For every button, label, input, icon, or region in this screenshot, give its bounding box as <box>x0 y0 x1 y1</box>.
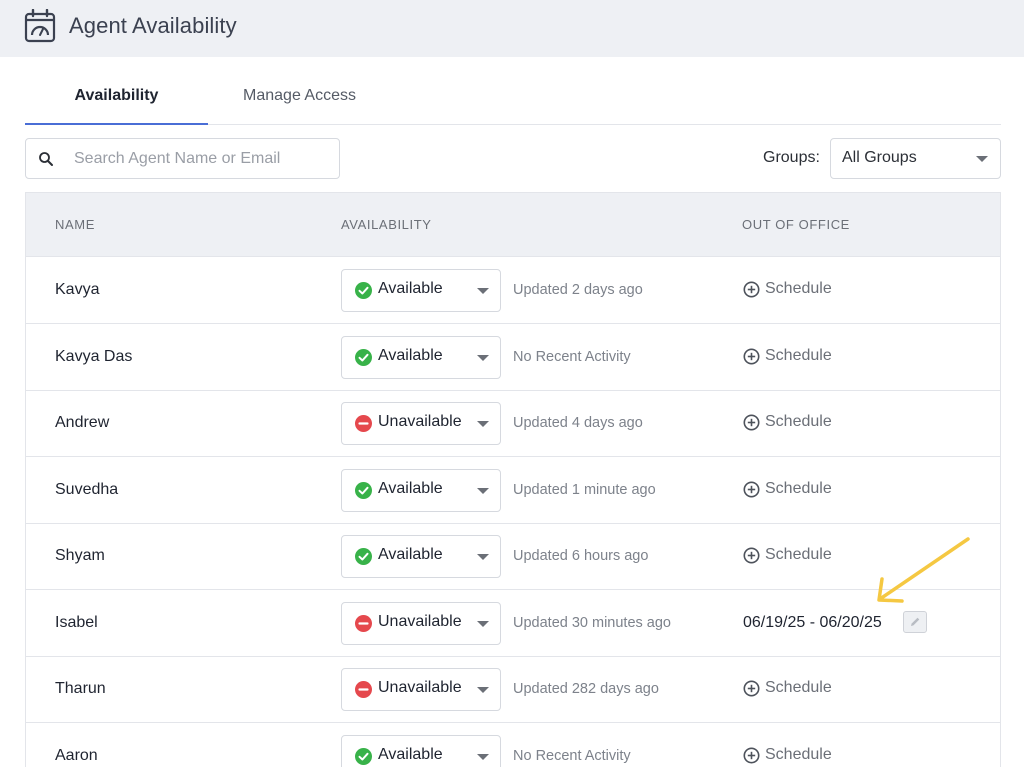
pencil-icon <box>911 617 920 626</box>
availability-dropdown[interactable]: Unavailable <box>341 601 501 645</box>
last-updated: Updated 282 days ago <box>513 681 659 697</box>
search-box[interactable] <box>25 138 340 179</box>
chevron-down-icon <box>477 687 489 693</box>
page-header: Agent Availability <box>0 0 1024 57</box>
table-row: Tharun Unavailable Updated 282 days ago Sch… <box>26 656 1000 723</box>
tab-bar: Availability Manage Access <box>25 78 1001 125</box>
last-updated: Updated 2 days ago <box>513 282 643 298</box>
last-updated: Updated 30 minutes ago <box>513 614 671 631</box>
table-row: Andrew Unavailable Updated 4 days ago Sched… <box>26 390 1000 457</box>
chevron-down-icon <box>477 753 489 760</box>
agent-name: Tharun <box>55 680 106 697</box>
groups-label: Groups: <box>763 149 820 166</box>
availability-status: Unavailable <box>378 612 462 630</box>
check-circle-icon <box>355 348 372 366</box>
availability-dropdown[interactable]: Unavailable <box>341 668 501 711</box>
schedule-label: Schedule <box>765 546 832 563</box>
plus-circle-icon <box>743 281 760 298</box>
out-of-office-range: 06/19/25 - 06/20/25 <box>743 613 882 631</box>
plus-circle-icon <box>743 547 760 564</box>
agent-table: NAME AVAILABILITY OUT OF OFFICE Kavya Ava… <box>25 192 1001 767</box>
table-header: NAME AVAILABILITY OUT OF OFFICE <box>26 193 1000 257</box>
chevron-down-icon <box>976 156 988 162</box>
table-row: Shyam Available Updated 6 hours ago Schedul… <box>26 523 1000 590</box>
chevron-down-icon <box>477 421 489 427</box>
check-circle-icon <box>355 548 372 565</box>
availability-status: Unavailable <box>378 679 462 696</box>
availability-status: Available <box>378 479 443 497</box>
minus-circle-icon <box>355 681 372 698</box>
last-updated: Updated 6 hours ago <box>513 548 649 564</box>
search-icon <box>39 152 53 166</box>
table-row: Kavya Available Updated 2 days ago Schedule <box>26 257 1000 324</box>
table-row: Suvedha Available Updated 1 minute ago Sche… <box>26 457 1000 524</box>
tab-availability[interactable]: Availability <box>25 78 208 125</box>
availability-dropdown[interactable]: Available <box>341 734 501 767</box>
table-row: Kavya Das Available No Recent Activity Sche… <box>26 324 1000 391</box>
calendar-gauge-icon <box>24 9 56 43</box>
minus-circle-icon <box>355 415 372 432</box>
schedule-label: Schedule <box>765 745 832 763</box>
column-header-out-of-office: OUT OF OFFICE <box>742 217 850 232</box>
agent-name: Isabel <box>55 613 98 631</box>
availability-dropdown[interactable]: Available <box>341 335 501 379</box>
availability-status: Available <box>378 280 443 297</box>
plus-circle-icon <box>743 414 760 431</box>
plus-circle-icon <box>743 481 760 497</box>
agent-name: Shyam <box>55 547 105 564</box>
page-title: Agent Availability <box>69 13 237 38</box>
last-updated: No Recent Activity <box>513 348 631 365</box>
chevron-down-icon <box>477 354 489 361</box>
column-header-availability: AVAILABILITY <box>341 217 432 232</box>
availability-status: Available <box>378 745 443 763</box>
plus-circle-icon <box>743 747 760 763</box>
availability-status: Unavailable <box>378 413 462 430</box>
last-updated: Updated 1 minute ago <box>513 481 656 498</box>
column-header-name: NAME <box>55 217 95 232</box>
plus-circle-icon <box>743 348 760 364</box>
agent-name: Aaron <box>55 746 98 764</box>
availability-dropdown[interactable]: Available <box>341 269 501 312</box>
schedule-label: Schedule <box>765 679 832 696</box>
agent-name: Andrew <box>55 414 110 431</box>
table-row: Aaron Available No Recent Activity Schedule <box>26 723 1000 767</box>
availability-dropdown[interactable]: Unavailable <box>341 402 501 445</box>
availability-dropdown[interactable]: Available <box>341 535 501 578</box>
schedule-label: Schedule <box>765 479 832 497</box>
arrow-annotation-icon <box>877 537 970 603</box>
availability-dropdown[interactable]: Available <box>341 468 501 512</box>
tab-manage-access[interactable]: Manage Access <box>208 78 391 125</box>
groups-selected-value: All Groups <box>842 149 917 166</box>
table-row: Isabel Unavailable Updated 30 minutes ago 0… <box>26 590 1000 657</box>
check-circle-icon <box>355 282 372 299</box>
schedule-label: Schedule <box>765 346 832 364</box>
edit-out-of-office-button[interactable] <box>903 610 927 633</box>
agent-name: Suvedha <box>55 480 119 498</box>
chevron-down-icon <box>477 620 489 627</box>
last-updated: No Recent Activity <box>513 747 631 764</box>
schedule-label: Schedule <box>765 280 832 297</box>
minus-circle-icon <box>355 614 372 632</box>
check-circle-icon <box>355 481 372 499</box>
last-updated: Updated 4 days ago <box>513 415 643 431</box>
search-input[interactable] <box>74 139 334 178</box>
chevron-down-icon <box>477 554 489 560</box>
chevron-down-icon <box>477 288 489 294</box>
groups-dropdown[interactable]: All Groups <box>830 138 1001 179</box>
chevron-down-icon <box>477 487 489 494</box>
check-circle-icon <box>355 747 372 765</box>
schedule-label: Schedule <box>765 413 832 430</box>
availability-status: Available <box>378 546 443 563</box>
plus-circle-icon <box>743 680 760 697</box>
availability-status: Available <box>378 346 443 364</box>
agent-name: Kavya Das <box>55 347 133 365</box>
agent-name: Kavya <box>55 281 100 298</box>
